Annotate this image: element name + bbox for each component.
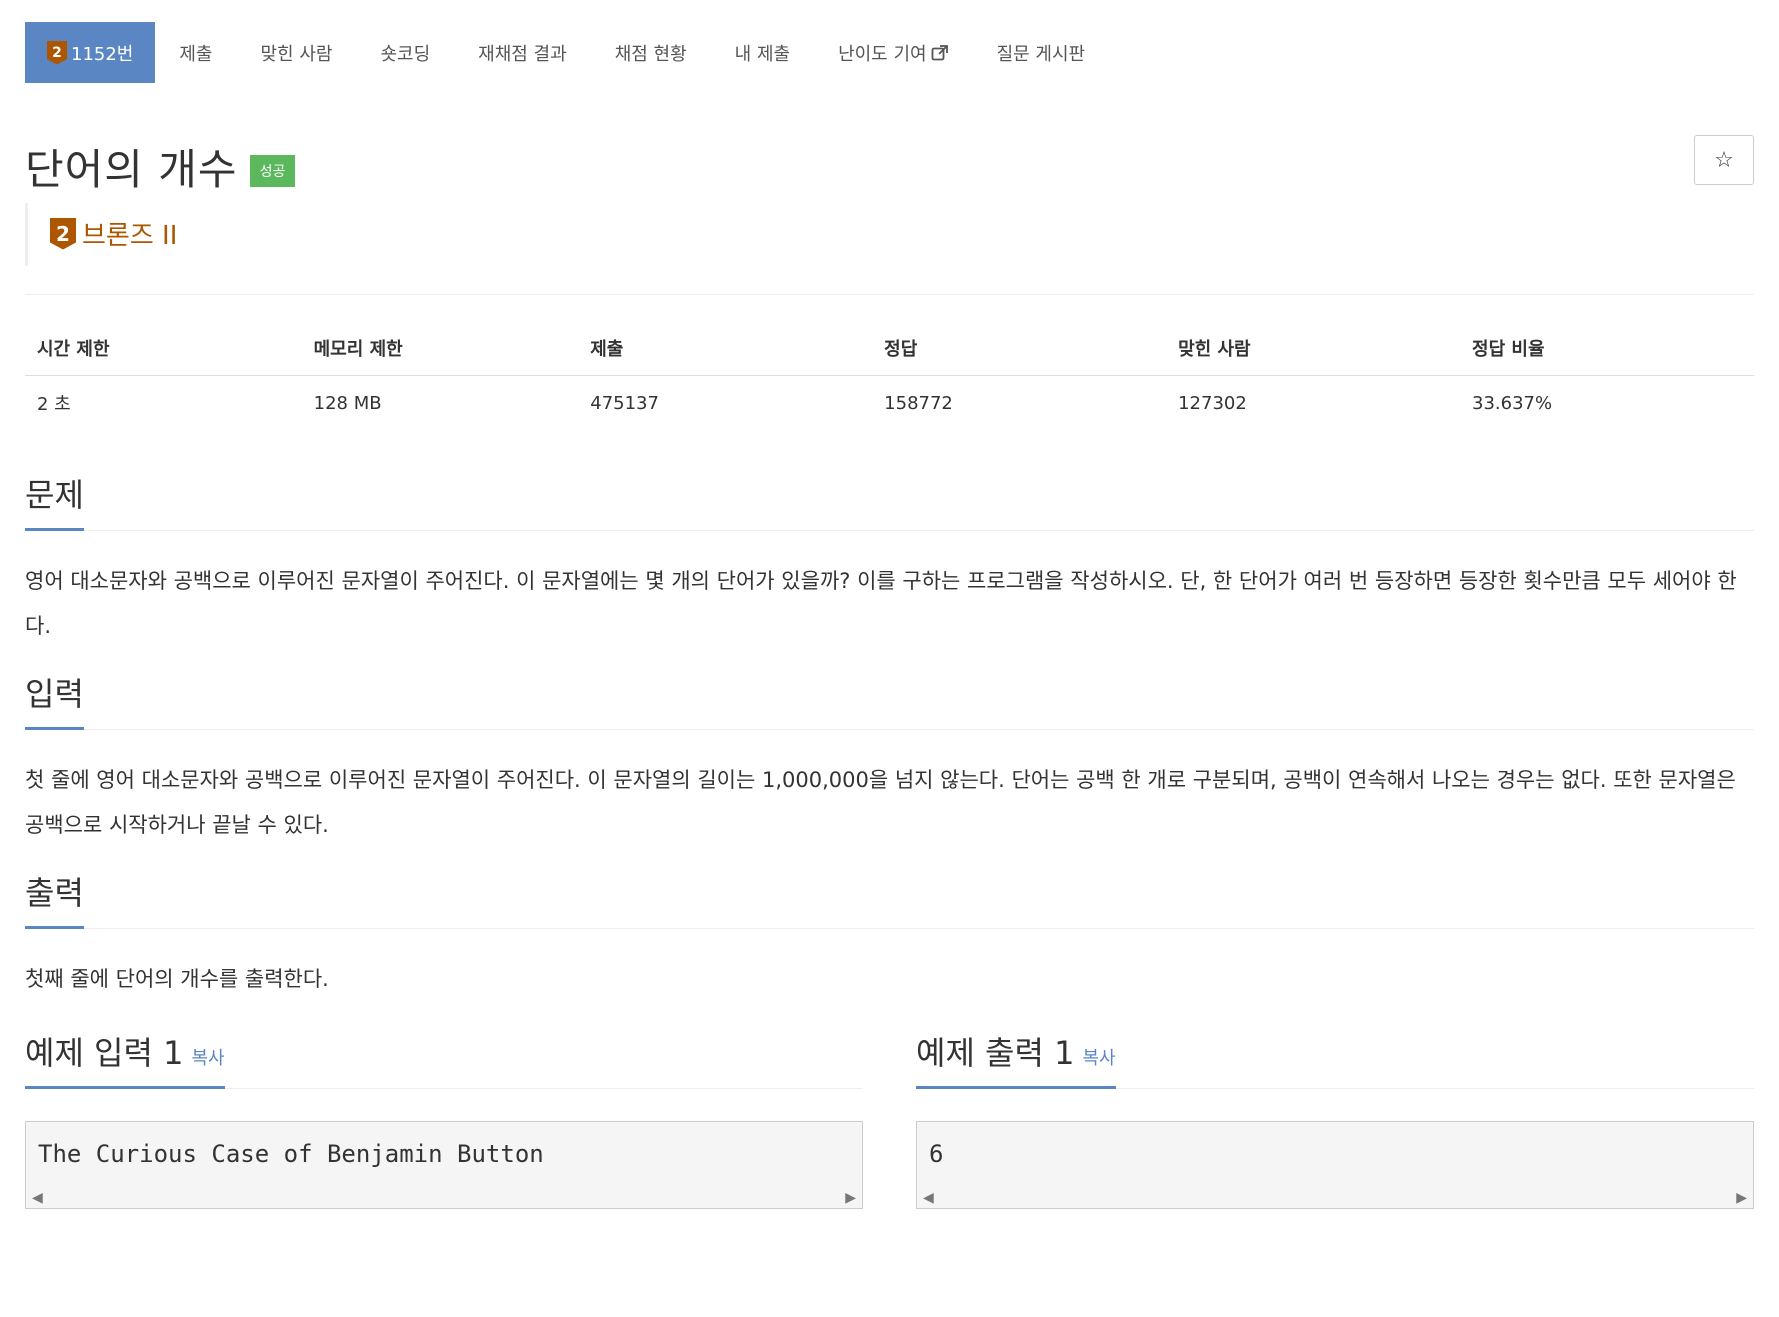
horizontal-scrollbar[interactable]: ◀ ▶ bbox=[917, 1188, 1753, 1208]
favorite-star-button[interactable]: ☆ bbox=[1694, 135, 1754, 185]
table-cell: 33.637% bbox=[1472, 392, 1553, 414]
scroll-left-icon[interactable]: ◀ bbox=[32, 1190, 43, 1206]
bronze-tier-icon: 2 bbox=[50, 217, 76, 250]
tab-label: 숏코딩 bbox=[380, 43, 431, 65]
section-title: 문제 bbox=[25, 470, 84, 531]
title-row: 단어의 개수 성공 ☆ bbox=[25, 135, 1754, 194]
tier-digit: 2 bbox=[52, 44, 62, 61]
tab-difficulty-contribution[interactable]: 난이도 기여 bbox=[814, 22, 973, 83]
section-header: 예제 출력 1 복사 bbox=[916, 1028, 1754, 1089]
problem-title: 단어의 개수 bbox=[25, 144, 238, 194]
table-header: 맞힌 사람 bbox=[1166, 325, 1461, 376]
divider bbox=[25, 294, 1754, 295]
problem-info-table: 시간 제한 메모리 제한 제출 정답 맞힌 사람 정답 비율 2 초 128 M… bbox=[25, 325, 1754, 426]
tab-short-coding[interactable]: 숏코딩 bbox=[356, 22, 454, 83]
sample-output-heading: 예제 출력 1 bbox=[916, 1034, 1075, 1072]
table-cell: 128 MB bbox=[313, 392, 382, 414]
tab-label: 채점 현황 bbox=[614, 43, 687, 65]
table-cell: 158772 bbox=[884, 392, 953, 414]
tab-my-submissions[interactable]: 내 제출 bbox=[711, 22, 814, 83]
sample-output-box[interactable]: 6 ◀ ▶ bbox=[916, 1121, 1754, 1209]
section-header: 문제 bbox=[25, 470, 1754, 531]
section-title: 출력 bbox=[25, 868, 84, 929]
table-header: 정답 비율 bbox=[1460, 325, 1754, 376]
tier-line: 2 브론즈 II bbox=[25, 203, 1754, 266]
problem-page: 2 1152번 제출 맞힌 사람 숏코딩 재채점 결과 채점 현황 내 제출 난… bbox=[0, 22, 1779, 1317]
scroll-right-icon[interactable]: ▶ bbox=[845, 1190, 856, 1206]
star-icon: ☆ bbox=[1714, 147, 1734, 173]
tab-rejudge-results[interactable]: 재채점 결과 bbox=[454, 22, 591, 83]
sample-input-value: The Curious Case of Benjamin Button bbox=[38, 1140, 544, 1168]
sample-output-column: 예제 출력 1 복사 6 ◀ ▶ bbox=[916, 1028, 1754, 1209]
problem-number: 1152번 bbox=[71, 43, 134, 65]
tier-label[interactable]: 브론즈 II bbox=[82, 215, 177, 252]
table-header: 시간 제한 bbox=[25, 325, 302, 376]
table-row: 2 초 128 MB 475137 158772 127302 33.637% bbox=[25, 376, 1754, 427]
tab-label: 맞힌 사람 bbox=[260, 43, 333, 65]
scroll-right-icon[interactable]: ▶ bbox=[1736, 1190, 1747, 1206]
copy-input-link[interactable]: 복사 bbox=[191, 1048, 224, 1069]
table-header: 메모리 제한 bbox=[301, 325, 579, 376]
external-link-icon bbox=[931, 44, 948, 60]
sample-input-column: 예제 입력 1 복사 The Curious Case of Benjamin B… bbox=[25, 1028, 863, 1209]
section-title: 예제 출력 1 복사 bbox=[916, 1028, 1116, 1089]
result-badge: 성공 bbox=[249, 155, 296, 187]
section-header: 예제 입력 1 복사 bbox=[25, 1028, 863, 1089]
sample-input-box[interactable]: The Curious Case of Benjamin Button ◀ ▶ bbox=[25, 1121, 863, 1209]
problem-description: 영어 대소문자와 공백으로 이루어진 문자열이 주어진다. 이 문자열에는 몇 … bbox=[25, 569, 1737, 638]
samples: 예제 입력 1 복사 The Curious Case of Benjamin B… bbox=[25, 1028, 1754, 1209]
input-description: 첫 줄에 영어 대소문자와 공백으로 이루어진 문자열이 주어진다. 이 문자열… bbox=[25, 768, 1736, 837]
scroll-left-icon[interactable]: ◀ bbox=[923, 1190, 934, 1206]
section-title: 입력 bbox=[25, 669, 84, 730]
problem-section: 문제 영어 대소문자와 공백으로 이루어진 문자열이 주어진다. 이 문자열에는… bbox=[25, 470, 1754, 649]
bronze-tier-icon: 2 bbox=[47, 40, 67, 65]
horizontal-scrollbar[interactable]: ◀ ▶ bbox=[26, 1188, 862, 1208]
table-header: 제출 bbox=[578, 325, 873, 376]
section-title: 예제 입력 1 복사 bbox=[25, 1028, 225, 1089]
tab-label: 질문 게시판 bbox=[996, 43, 1086, 65]
tab-submit[interactable]: 제출 bbox=[155, 22, 236, 83]
table-cell: 127302 bbox=[1178, 392, 1247, 414]
section-header: 입력 bbox=[25, 669, 1754, 730]
tier-digit: 2 bbox=[56, 221, 70, 246]
tab-label: 난이도 기여 bbox=[838, 43, 927, 65]
tab-judge-status[interactable]: 채점 현황 bbox=[591, 22, 711, 83]
tab-question-board[interactable]: 질문 게시판 bbox=[973, 22, 1110, 83]
tab-solvers[interactable]: 맞힌 사람 bbox=[237, 22, 357, 83]
copy-output-link[interactable]: 복사 bbox=[1082, 1048, 1115, 1069]
output-section: 출력 첫째 줄에 단어의 개수를 출력한다. bbox=[25, 868, 1754, 1002]
table-cell: 2 초 bbox=[37, 394, 71, 415]
table-cell: 475137 bbox=[590, 392, 659, 414]
sample-input-heading: 예제 입력 1 bbox=[25, 1034, 184, 1072]
problem-nav: 2 1152번 제출 맞힌 사람 숏코딩 재채점 결과 채점 현황 내 제출 난… bbox=[25, 22, 1754, 83]
sample-output-value: 6 bbox=[929, 1140, 944, 1168]
tab-label: 제출 bbox=[179, 43, 213, 65]
input-section: 입력 첫 줄에 영어 대소문자와 공백으로 이루어진 문자열이 주어진다. 이 … bbox=[25, 669, 1754, 848]
output-description: 첫째 줄에 단어의 개수를 출력한다. bbox=[25, 967, 329, 991]
tab-label: 재채점 결과 bbox=[478, 43, 567, 65]
tab-problem[interactable]: 2 1152번 bbox=[25, 22, 156, 83]
table-header: 정답 bbox=[872, 325, 1167, 376]
table-header-row: 시간 제한 메모리 제한 제출 정답 맞힌 사람 정답 비율 bbox=[25, 325, 1754, 376]
section-header: 출력 bbox=[25, 868, 1754, 929]
tab-label: 내 제출 bbox=[734, 43, 791, 65]
